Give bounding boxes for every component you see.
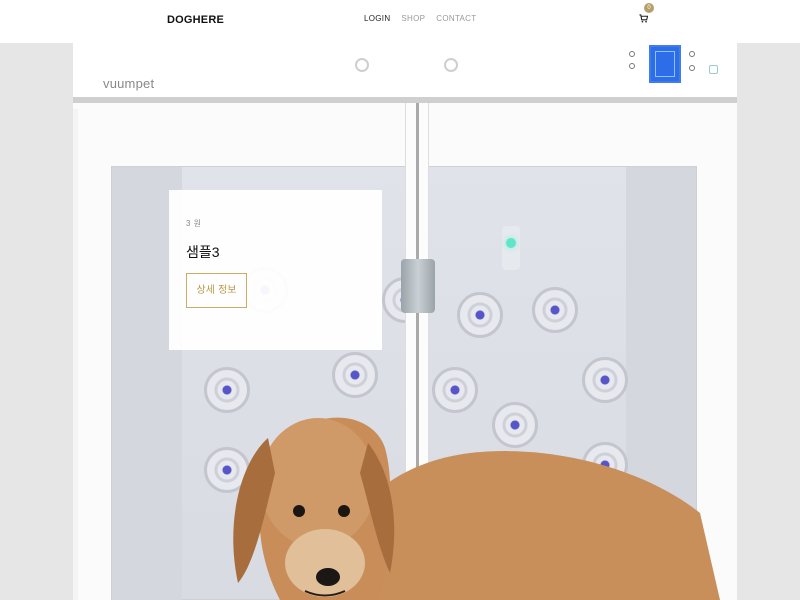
door-latch <box>401 523 435 577</box>
cart-count-badge: 0 <box>644 3 654 13</box>
site-header: DOGHERE LOGIN SHOP CONTACT 0 <box>0 0 800 43</box>
door-latch <box>401 259 435 313</box>
site-logo[interactable]: DOGHERE <box>167 14 224 26</box>
air-vent-pad <box>582 357 628 403</box>
air-vent-pad <box>332 352 378 398</box>
nav-login[interactable]: LOGIN <box>364 14 390 23</box>
air-vent-pad <box>457 292 503 338</box>
air-vent-pad <box>582 442 628 488</box>
product-brand-text: vuumpet <box>103 76 155 91</box>
air-vent-pad <box>432 367 478 413</box>
air-vent-pad <box>532 287 578 333</box>
control-indicator <box>689 65 695 71</box>
main-nav: LOGIN SHOP CONTACT <box>364 14 476 23</box>
details-button[interactable]: 상세 정보 <box>186 273 247 308</box>
air-vent-pad <box>204 447 250 493</box>
home-control-icon <box>709 65 718 74</box>
nav-shop[interactable]: SHOP <box>401 14 425 23</box>
cart-button[interactable] <box>638 11 652 25</box>
control-indicator <box>629 51 635 57</box>
cabinet-knob-right <box>444 58 458 72</box>
control-display <box>649 45 681 83</box>
product-title: 샘플3 <box>186 244 220 260</box>
slide-card: 3 원 샘플3 상세 정보 <box>169 190 382 350</box>
cart-icon <box>639 14 648 23</box>
cabinet-knob-left <box>355 58 369 72</box>
cabinet-sensor-light <box>502 226 520 270</box>
control-indicator <box>629 63 635 69</box>
nav-contact[interactable]: CONTACT <box>436 14 476 23</box>
cabinet-top-panel: vuumpet <box>73 43 737 103</box>
hero-slider: vuumpet 3 원 샘플3 상세 정보 <box>0 43 800 600</box>
control-indicator <box>689 51 695 57</box>
air-vent-pad <box>204 367 250 413</box>
product-price: 3 원 <box>186 219 202 228</box>
air-vent-pad <box>492 402 538 448</box>
